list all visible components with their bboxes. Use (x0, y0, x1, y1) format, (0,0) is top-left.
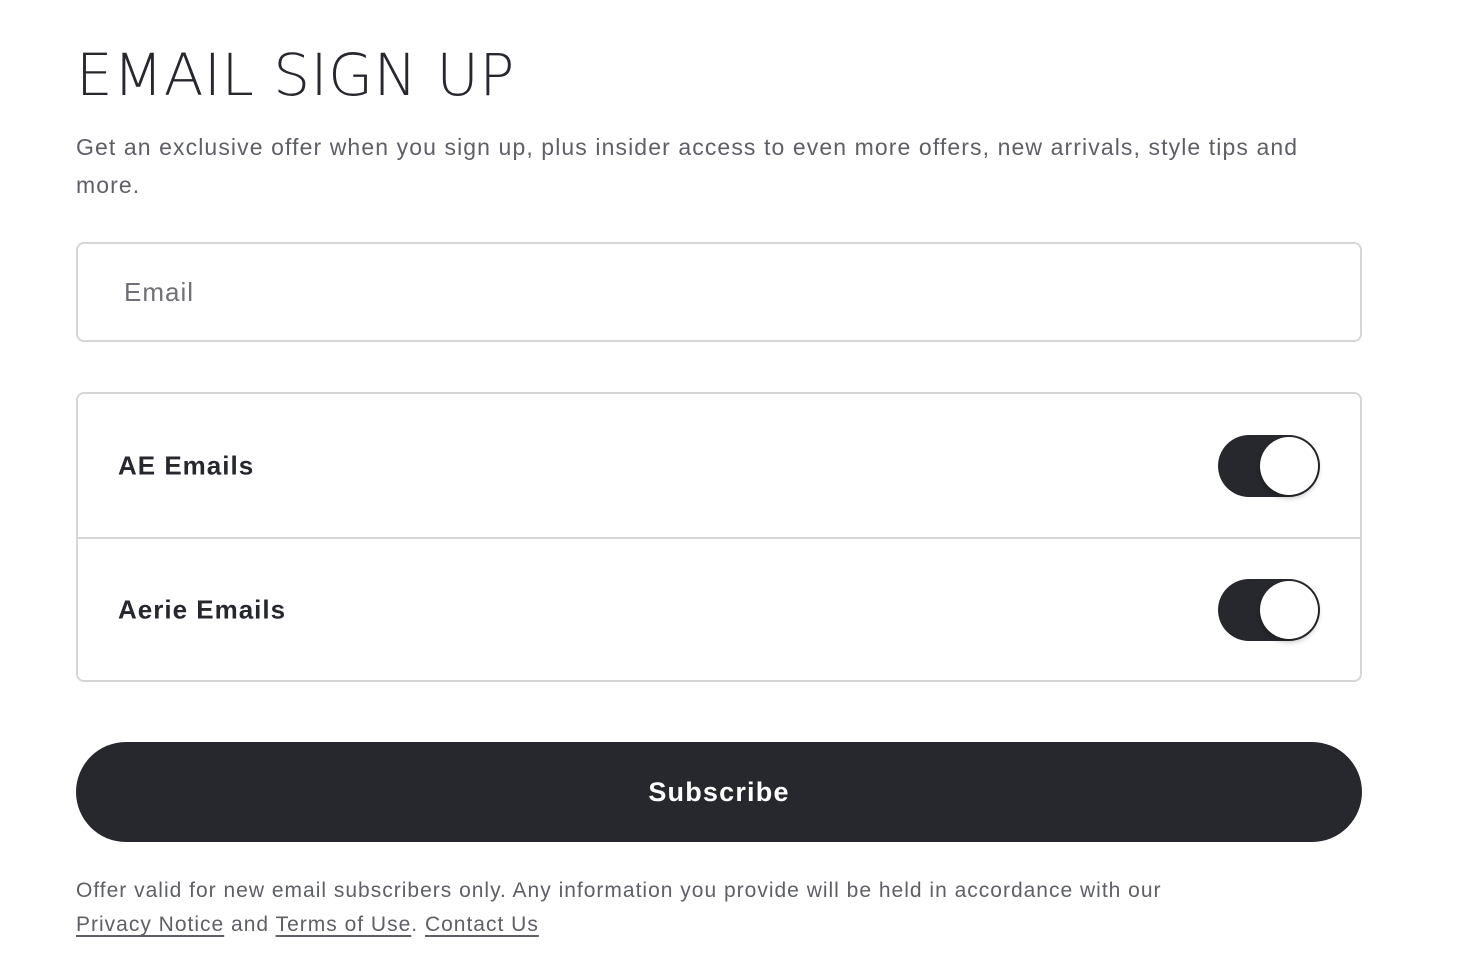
terms-of-use-link[interactable]: Terms of Use (276, 913, 412, 936)
email-input[interactable] (78, 244, 1360, 340)
aerie-emails-label: Aerie Emails (118, 594, 287, 624)
page-title: EMAIL SIGN UP (76, 41, 515, 109)
disclaimer-text: Offer valid for new email subscribers on… (76, 879, 1162, 902)
intro-text: Get an exclusive offer when you sign up,… (76, 134, 1299, 198)
ae-emails-toggle[interactable] (1218, 434, 1320, 497)
toggle-knob (1260, 436, 1318, 495)
privacy-notice-link[interactable]: Privacy Notice (76, 913, 224, 936)
disclaimer-period: . (411, 913, 419, 936)
toggle-knob (1260, 580, 1318, 639)
ae-emails-label: AE Emails (118, 450, 255, 480)
preference-row-ae: AE Emails (78, 394, 1360, 537)
email-preferences: AE Emails Aerie Emails (76, 392, 1362, 682)
email-field[interactable] (76, 242, 1362, 342)
preference-row-aerie: Aerie Emails (78, 537, 1360, 680)
aerie-emails-toggle[interactable] (1218, 578, 1320, 641)
contact-us-link[interactable]: Contact Us (425, 913, 539, 936)
subscribe-button[interactable]: Subscribe (76, 742, 1362, 842)
disclaimer-and: and (231, 913, 270, 936)
disclaimer: Offer valid for new email subscribers on… (76, 874, 1362, 942)
